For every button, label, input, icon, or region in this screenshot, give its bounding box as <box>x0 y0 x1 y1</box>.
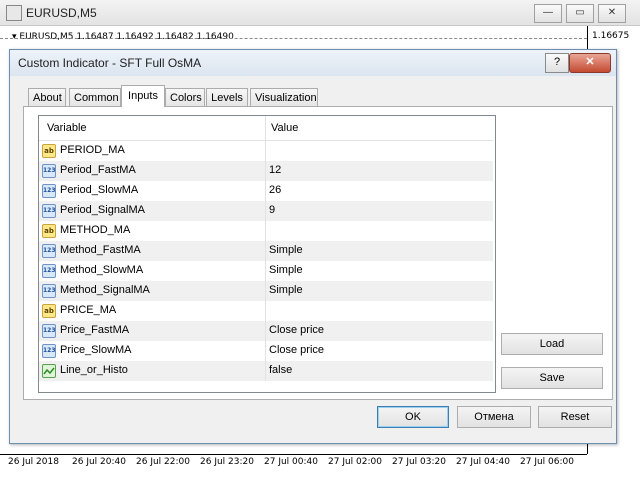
variable-value[interactable]: Simple <box>269 244 303 256</box>
column-divider[interactable] <box>265 116 266 140</box>
chart-header: ▾ EURUSD,M5 1.16487 1.16492 1.16482 1.16… <box>12 32 234 42</box>
column-header-variable[interactable]: Variable <box>47 122 87 134</box>
time-label: 27 Jul 06:00 <box>520 457 574 467</box>
variable-name: Period_SlowMA <box>60 184 139 196</box>
numeric-type-icon: 123 <box>42 264 56 278</box>
time-label: 26 Jul 20:40 <box>72 457 126 467</box>
numeric-type-icon: 123 <box>42 164 56 178</box>
load-button[interactable]: Load <box>501 333 603 355</box>
variable-name: Period_SignalMA <box>60 204 145 216</box>
cancel-button[interactable]: Отмена <box>457 406 531 428</box>
variable-cell: 123 Period_SlowMA <box>39 181 266 201</box>
variable-value[interactable]: false <box>269 364 292 376</box>
dialog-title-bar[interactable]: Custom Indicator - SFT Full OsMA ? ✕ <box>10 50 616 76</box>
minimize-button[interactable]: — <box>534 4 562 23</box>
variable-cell: 123 Price_SlowMA <box>39 341 266 361</box>
variable-name: Price_SlowMA <box>60 344 132 356</box>
maximize-button[interactable]: ▭ <box>566 4 594 23</box>
table-row[interactable]: 123 Method_SignalMA Simple <box>39 281 493 301</box>
variable-name: PERIOD_MA <box>60 144 125 156</box>
table-row[interactable]: Line_or_Histo false <box>39 361 493 381</box>
tab-visualization[interactable]: Visualization <box>250 88 318 106</box>
table-row[interactable]: 123 Period_SlowMA 26 <box>39 181 493 201</box>
time-label: 27 Jul 04:40 <box>456 457 510 467</box>
variable-cell: ab METHOD_MA <box>39 221 266 241</box>
numeric-type-icon: 123 <box>42 284 56 298</box>
numeric-type-icon: 123 <box>42 244 56 258</box>
window-title: EURUSD,M5 <box>26 6 97 20</box>
table-row[interactable]: 123 Price_FastMA Close price <box>39 321 493 341</box>
variable-name: PRICE_MA <box>60 304 117 316</box>
tab-inputs[interactable]: Inputs <box>121 85 165 107</box>
numeric-type-icon: 123 <box>42 204 56 218</box>
time-axis[interactable]: 26 Jul 2018 26 Jul 20:40 26 Jul 22:00 26… <box>0 454 587 481</box>
reset-button[interactable]: Reset <box>538 406 612 428</box>
time-label: 26 Jul 23:20 <box>200 457 254 467</box>
table-row[interactable]: ab PRICE_MA <box>39 301 493 321</box>
chart-grid-line <box>0 38 587 39</box>
price-label: 1.16675 <box>592 31 630 41</box>
table-row[interactable]: 123 Period_FastMA 12 <box>39 161 493 181</box>
numeric-type-icon: 123 <box>42 344 56 358</box>
table-row[interactable]: 123 Method_SlowMA Simple <box>39 261 493 281</box>
variable-cell: 123 Period_SignalMA <box>39 201 266 221</box>
variable-value[interactable]: Simple <box>269 264 303 276</box>
chart-window-icon <box>6 5 22 21</box>
inputs-table[interactable]: Variable Value ab PERIOD_MA 123 Period_Fast… <box>38 115 496 393</box>
boolean-type-icon <box>42 364 56 378</box>
chart-header-text: EURUSD,M5 1.16487 1.16492 1.16482 1.1649… <box>19 32 234 42</box>
tab-colors[interactable]: Colors <box>165 88 205 106</box>
table-row[interactable]: 123 Method_FastMA Simple <box>39 241 493 261</box>
variable-name: Method_SlowMA <box>60 264 144 276</box>
table-row[interactable]: 123 Period_SignalMA 9 <box>39 201 493 221</box>
variable-cell: ab PRICE_MA <box>39 301 266 321</box>
indicator-dialog: Custom Indicator - SFT Full OsMA ? ✕ Abo… <box>9 49 617 444</box>
variable-name: Line_or_Histo <box>60 364 128 376</box>
variable-name: METHOD_MA <box>60 224 131 236</box>
help-button[interactable]: ? <box>545 53 569 73</box>
variable-cell: 123 Price_FastMA <box>39 321 266 341</box>
variable-name: Method_SignalMA <box>60 284 150 296</box>
variable-cell: 123 Method_SlowMA <box>39 261 266 281</box>
numeric-type-icon: 123 <box>42 324 56 338</box>
dialog-title: Custom Indicator - SFT Full OsMA <box>18 56 202 70</box>
string-type-icon: ab <box>42 144 56 158</box>
dialog-close-button[interactable]: ✕ <box>569 53 611 73</box>
table-header: Variable Value <box>39 116 493 141</box>
variable-cell: 123 Period_FastMA <box>39 161 266 181</box>
tab-common[interactable]: Common <box>69 88 121 106</box>
tab-levels[interactable]: Levels <box>206 88 248 106</box>
variable-cell: Line_or_Histo <box>39 361 266 381</box>
variable-value[interactable]: Close price <box>269 344 324 356</box>
time-label: 26 Jul 2018 <box>8 457 59 467</box>
variable-cell: 123 Method_SignalMA <box>39 281 266 301</box>
window-close-button[interactable]: ✕ <box>598 4 626 23</box>
variable-value[interactable]: 12 <box>269 164 281 176</box>
save-button[interactable]: Save <box>501 367 603 389</box>
variable-value[interactable]: 26 <box>269 184 281 196</box>
string-type-icon: ab <box>42 224 56 238</box>
variable-name: Period_FastMA <box>60 164 136 176</box>
table-row[interactable]: ab METHOD_MA <box>39 221 493 241</box>
variable-cell: ab PERIOD_MA <box>39 141 266 161</box>
variable-value[interactable]: Close price <box>269 324 324 336</box>
time-label: 26 Jul 22:00 <box>136 457 190 467</box>
variable-name: Price_FastMA <box>60 324 130 336</box>
table-row[interactable]: ab PERIOD_MA <box>39 141 493 161</box>
column-header-value[interactable]: Value <box>271 122 298 134</box>
variable-name: Method_FastMA <box>60 244 141 256</box>
ok-button[interactable]: OK <box>377 406 449 428</box>
variable-value[interactable]: Simple <box>269 284 303 296</box>
table-row[interactable]: 123 Price_SlowMA Close price <box>39 341 493 361</box>
numeric-type-icon: 123 <box>42 184 56 198</box>
chart-symbol-dropdown-icon[interactable]: ▾ <box>12 32 17 42</box>
time-label: 27 Jul 03:20 <box>392 457 446 467</box>
variable-cell: 123 Method_FastMA <box>39 241 266 261</box>
window-title-bar: EURUSD,M5 — ▭ ✕ <box>0 0 640 26</box>
string-type-icon: ab <box>42 304 56 318</box>
time-label: 27 Jul 02:00 <box>328 457 382 467</box>
variable-value[interactable]: 9 <box>269 204 275 216</box>
time-label: 27 Jul 00:40 <box>264 457 318 467</box>
tab-about[interactable]: About <box>28 88 66 106</box>
